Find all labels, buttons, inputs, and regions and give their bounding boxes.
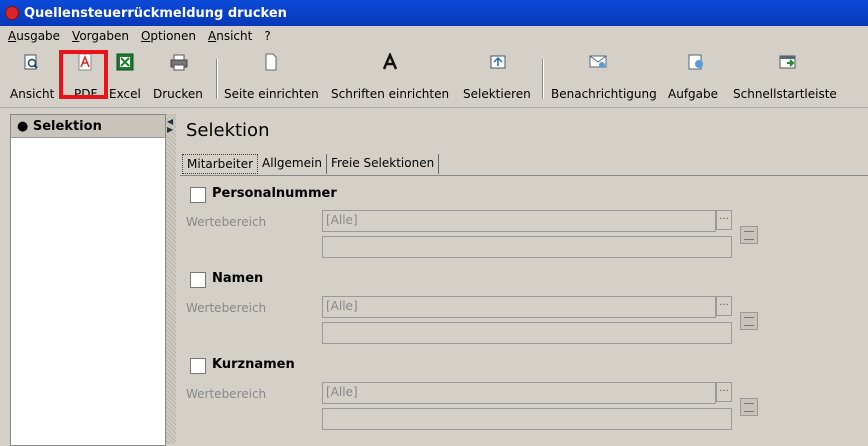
checkbox-personalnummer[interactable] <box>190 187 206 203</box>
page-icon <box>265 53 277 71</box>
excel-icon <box>116 53 134 71</box>
notification-icon <box>589 55 607 68</box>
app-icon <box>5 6 19 20</box>
excel-label: Excel <box>109 87 141 101</box>
toolbar-separator <box>216 59 218 99</box>
range-list-personalnummer[interactable] <box>322 236 732 258</box>
select-icon <box>490 55 506 69</box>
drucken-label: Drucken <box>153 87 203 101</box>
range-field-personalnummer[interactable]: [Alle] <box>322 210 716 232</box>
panel-splitter[interactable]: ◀ ▶ <box>166 114 176 444</box>
browse-button[interactable]: ... <box>716 296 732 316</box>
main-panel: Selektion Mitarbeiter Allgemein Freie Se… <box>176 114 868 444</box>
range-field-kurznamen[interactable]: [Alle] <box>322 382 716 404</box>
drucken-button[interactable]: Drucken <box>153 49 203 103</box>
tab-allgemein[interactable]: Allgemein <box>258 154 327 174</box>
toolbar-separator <box>542 59 544 99</box>
schriften-label: Schriften einrichten <box>331 87 450 101</box>
page-title: Selektion <box>186 120 270 141</box>
splitter-arrows-icon[interactable]: ◀ ▶ <box>167 118 173 134</box>
aufgabe-button[interactable]: Aufgabe <box>668 49 718 103</box>
range-list-kurznamen[interactable] <box>322 408 732 430</box>
left-panel: ● Selektion <box>10 114 166 446</box>
aufgabe-label: Aufgabe <box>668 87 719 101</box>
menu-ansicht[interactable]: Ansicht <box>208 29 252 43</box>
section-title: Kurznamen <box>212 357 295 372</box>
checkbox-namen[interactable] <box>190 272 206 288</box>
section-title: Personalnummer <box>212 186 337 201</box>
browse-button[interactable]: ... <box>716 210 732 230</box>
list-button[interactable] <box>740 398 758 416</box>
list-button[interactable] <box>740 226 758 244</box>
nav-item-selektion[interactable]: ● Selektion <box>11 115 165 138</box>
menu-help[interactable]: ? <box>264 29 270 43</box>
checkbox-kurznamen[interactable] <box>190 358 206 374</box>
title-bar: Quellensteuerrückmeldung drucken <box>0 0 868 26</box>
quicklaunch-icon <box>779 55 796 69</box>
toolbar: Ansicht PDF Excel Drucken Seite einricht… <box>0 47 868 108</box>
schriften-button[interactable]: Schriften einrichten <box>331 49 449 103</box>
excel-button[interactable]: Excel <box>109 49 141 103</box>
tab-mitarbeiter[interactable]: Mitarbeiter <box>182 154 259 174</box>
tab-strip: Mitarbeiter Allgemein Freie Selektionen <box>182 154 440 174</box>
menu-optionen[interactable]: Optionen <box>141 29 196 43</box>
ansicht-button[interactable]: Ansicht <box>10 49 54 103</box>
window-title: Quellensteuerrückmeldung drucken <box>24 5 287 21</box>
menu-vorgaben[interactable]: Vorgaben <box>72 29 129 43</box>
ansicht-label: Ansicht <box>10 87 55 101</box>
selektieren-button[interactable]: Selektieren <box>463 49 531 103</box>
preview-icon <box>24 54 38 70</box>
section-title: Namen <box>212 271 264 286</box>
range-label: Wertebereich <box>186 301 267 315</box>
font-icon <box>382 53 398 70</box>
schnellstartleiste-button[interactable]: Schnellstartleiste <box>733 49 837 103</box>
tab-divider <box>180 175 868 176</box>
range-label: Wertebereich <box>186 387 267 401</box>
browse-button[interactable]: ... <box>716 382 732 402</box>
schnellstartleiste-label: Schnellstartleiste <box>733 87 837 101</box>
range-field-namen[interactable]: [Alle] <box>322 296 716 318</box>
tab-freie-selektionen[interactable]: Freie Selektionen <box>327 154 440 174</box>
selektieren-label: Selektieren <box>463 87 531 101</box>
benachrichtigung-label: Benachrichtigung <box>551 87 657 101</box>
pdf-highlight-box <box>59 50 108 99</box>
seite-einrichten-button[interactable]: Seite einrichten <box>224 49 319 103</box>
menu-bar: Ausgabe Vorgaben Optionen Ansicht ? <box>0 26 868 46</box>
range-list-namen[interactable] <box>322 322 732 344</box>
benachrichtigung-button[interactable]: Benachrichtigung <box>551 49 657 103</box>
task-icon <box>688 54 703 70</box>
list-button[interactable] <box>740 312 758 330</box>
seite-einrichten-label: Seite einrichten <box>224 87 319 101</box>
printer-icon <box>170 54 188 71</box>
menu-ausgabe[interactable]: Ausgabe <box>8 29 60 43</box>
range-label: Wertebereich <box>186 215 267 229</box>
